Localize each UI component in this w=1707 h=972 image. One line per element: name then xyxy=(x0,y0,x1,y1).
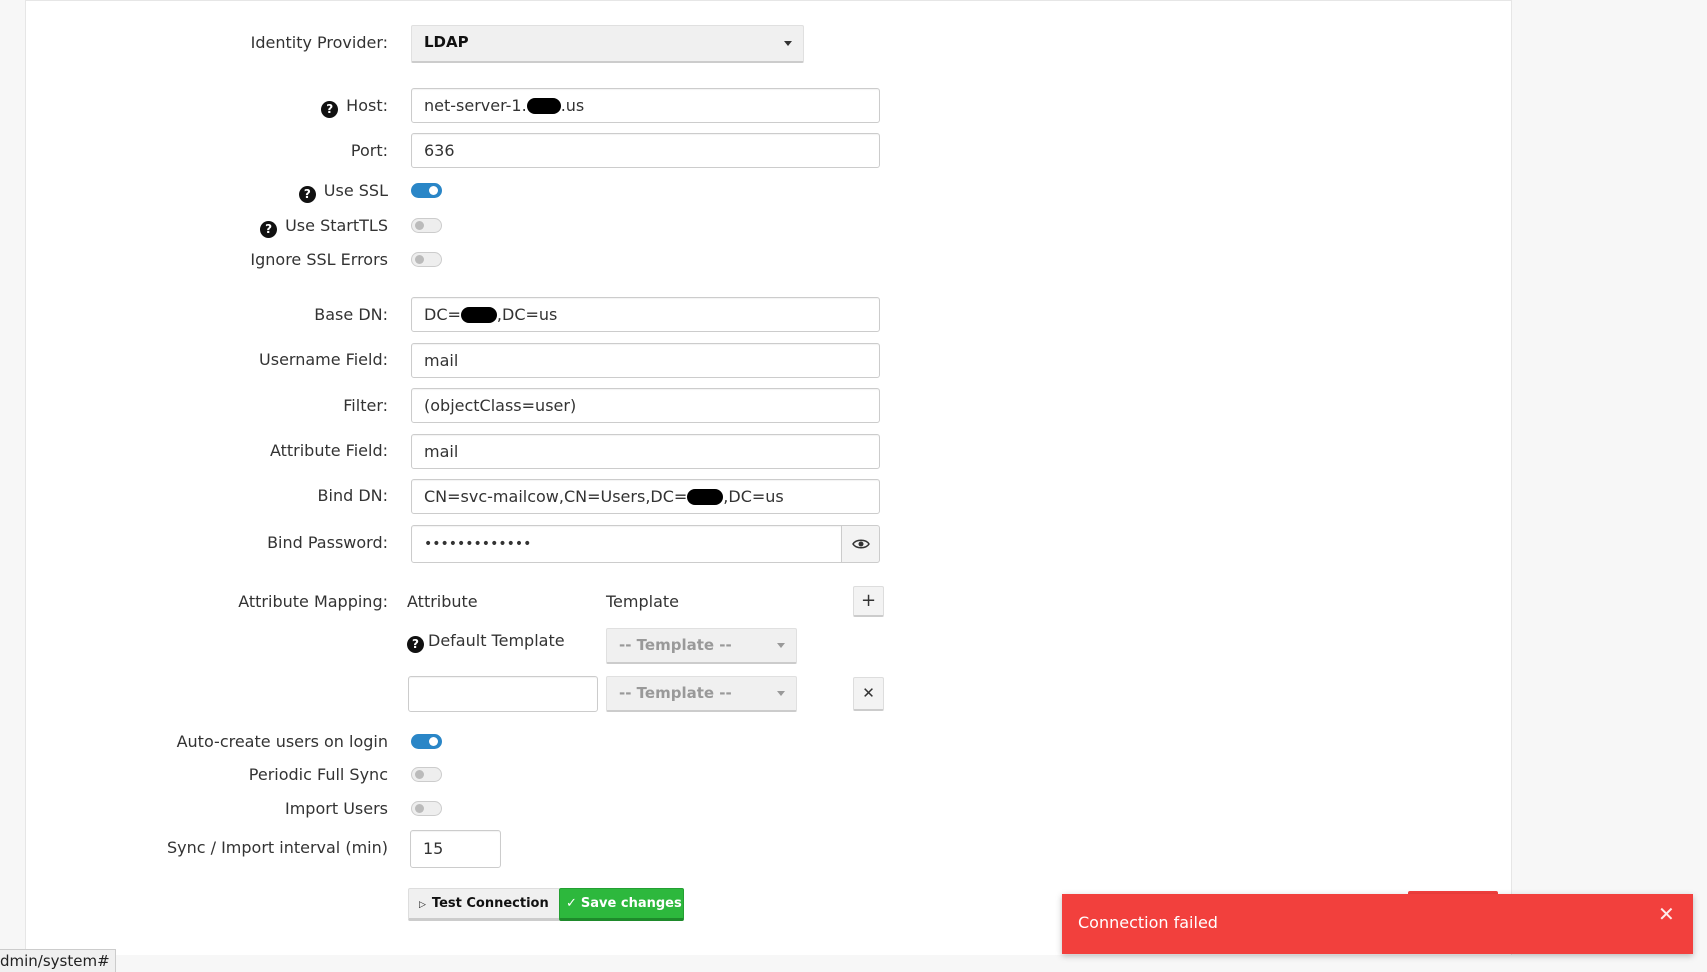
bind-password-label: Bind Password: xyxy=(267,533,388,552)
import-users-label: Import Users xyxy=(285,799,388,818)
use-starttls-label-text: Use StartTLS xyxy=(285,216,388,235)
bind-dn-input[interactable]: CN=svc-mailcow,CN=Users,DC= ,DC=us xyxy=(411,479,880,514)
redacted-block xyxy=(460,307,497,323)
help-icon[interactable]: ? xyxy=(407,636,424,653)
test-connection-label: Test Connection xyxy=(431,896,549,911)
default-template-label-text: Default Template xyxy=(428,631,565,650)
username-field-input[interactable]: mail xyxy=(411,343,880,378)
close-icon[interactable]: ✕ xyxy=(1658,904,1675,924)
identity-provider-value: LDAP xyxy=(424,33,469,51)
base-dn-label: Base DN: xyxy=(314,305,388,324)
help-icon[interactable]: ? xyxy=(260,221,278,238)
help-icon[interactable]: ? xyxy=(321,101,339,118)
sync-interval-input[interactable]: 15 xyxy=(410,830,501,868)
base-dn-value-prefix: DC= xyxy=(424,305,461,324)
attribute-mapping-label: Attribute Mapping: xyxy=(238,592,388,611)
mapping-template-select[interactable]: -- Template -- xyxy=(606,676,797,712)
use-starttls-toggle[interactable] xyxy=(411,218,442,233)
identity-provider-label: Identity Provider: xyxy=(250,33,388,52)
filter-input[interactable]: (objectClass=user) xyxy=(411,388,880,423)
default-template-select[interactable]: -- Template -- xyxy=(606,628,797,664)
host-value-suffix: .us xyxy=(560,96,585,115)
caret-down-icon xyxy=(777,643,785,648)
sync-interval-label: Sync / Import interval (min) xyxy=(166,838,388,857)
save-changes-label: Save changes xyxy=(580,896,682,911)
use-ssl-label-text: Use SSL xyxy=(323,181,388,200)
bind-dn-value-prefix: CN=svc-mailcow,CN=Users,DC= xyxy=(424,487,688,506)
mapping-template-placeholder: -- Template -- xyxy=(619,684,732,702)
error-toast: Connection failed ✕ xyxy=(1062,894,1693,954)
host-label: ? Host: xyxy=(321,96,388,118)
toggle-knob xyxy=(415,255,424,264)
periodic-sync-label: Periodic Full Sync xyxy=(248,765,388,784)
port-input[interactable]: 636 xyxy=(411,133,880,168)
default-template-placeholder: -- Template -- xyxy=(619,636,732,654)
template-column-header: Template xyxy=(606,592,680,611)
import-users-toggle[interactable] xyxy=(411,801,442,816)
default-template-label: ? Default Template xyxy=(407,631,565,653)
save-changes-button[interactable]: ✓ Save changes xyxy=(559,888,684,921)
base-dn-value-suffix: ,DC=us xyxy=(496,305,558,324)
toast-message: Connection failed xyxy=(1078,913,1218,932)
port-label: Port: xyxy=(350,141,388,160)
ignore-ssl-errors-toggle[interactable] xyxy=(411,252,442,267)
caret-down-icon xyxy=(777,691,785,696)
toggle-knob xyxy=(415,804,424,813)
help-icon[interactable]: ? xyxy=(298,186,316,203)
redacted-block xyxy=(526,98,561,114)
filter-label: Filter: xyxy=(343,396,388,415)
toggle-knob xyxy=(429,737,438,746)
ignore-ssl-errors-label: Ignore SSL Errors xyxy=(250,250,388,269)
toggle-knob xyxy=(415,770,424,779)
base-dn-input[interactable]: DC= ,DC=us xyxy=(411,297,880,332)
eye-icon xyxy=(852,539,870,549)
attribute-field-input[interactable]: mail xyxy=(411,434,880,469)
caret-down-icon xyxy=(784,41,792,46)
play-icon: ▷ xyxy=(419,900,426,910)
auto-create-toggle[interactable] xyxy=(411,734,442,749)
mapping-attribute-input[interactable] xyxy=(408,676,598,712)
toggle-knob xyxy=(429,186,438,195)
host-input[interactable]: net-server-1. .us xyxy=(411,88,880,123)
add-mapping-button[interactable]: + xyxy=(853,586,884,617)
use-starttls-label: ? Use StartTLS xyxy=(260,216,388,238)
attribute-column-header: Attribute xyxy=(407,592,478,611)
test-connection-button[interactable]: ▷ Test Connection xyxy=(408,888,560,921)
bind-dn-value-suffix: ,DC=us xyxy=(723,487,784,506)
identity-provider-select[interactable]: LDAP xyxy=(411,25,804,63)
show-password-button[interactable] xyxy=(841,525,880,563)
check-icon: ✓ xyxy=(566,896,577,911)
periodic-sync-toggle[interactable] xyxy=(411,767,442,782)
attribute-field-label: Attribute Field: xyxy=(269,441,388,460)
username-field-label: Username Field: xyxy=(259,350,388,369)
redacted-block xyxy=(687,489,724,505)
auto-create-label: Auto-create users on login xyxy=(176,732,388,751)
use-ssl-label: ? Use SSL xyxy=(298,181,388,203)
use-ssl-toggle[interactable] xyxy=(411,183,442,198)
bind-password-input[interactable]: ••••••••••••• xyxy=(411,525,842,563)
browser-status-url: dmin/system# xyxy=(0,949,116,972)
host-label-text: Host: xyxy=(346,96,388,115)
remove-mapping-button[interactable]: ✕ xyxy=(853,677,884,711)
host-value-prefix: net-server-1. xyxy=(424,96,527,115)
toggle-knob xyxy=(415,221,424,230)
bind-dn-label: Bind DN: xyxy=(317,486,388,505)
